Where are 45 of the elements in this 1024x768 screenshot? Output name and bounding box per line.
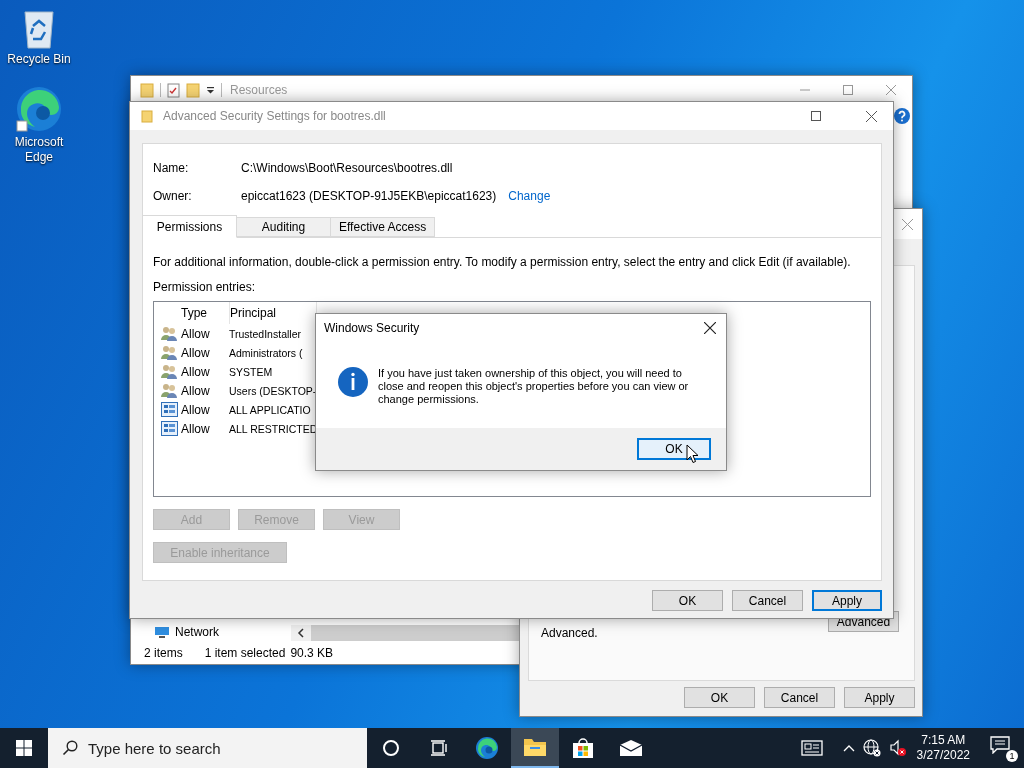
table-cell: Users (DESKTOP- — [229, 384, 315, 397]
desktop-icon-label[interactable]: Microsoft Edge — [4, 135, 74, 165]
dialog-button[interactable]: OK — [652, 590, 723, 611]
clock-date[interactable]: 3/27/2022 — [916, 748, 970, 763]
dialog-button[interactable]: Cancel — [764, 687, 835, 708]
table-cell-text: ALL APPLICATIO — [229, 403, 312, 416]
message-text: If you have just taken ownership of this object, you will need to close and reopen this object's properties before you can view or change permissions. — [378, 367, 690, 406]
section-label: Permission entries: — [153, 280, 257, 294]
desktop-icon-label[interactable]: Recycle Bin — [4, 52, 74, 67]
clock-time[interactable]: 7:15 AM — [921, 733, 966, 748]
table-cell-text: Allow — [181, 345, 211, 360]
file-path: C:\Windows\Boot\Resources\bootres.dll — [241, 161, 454, 175]
nav-item[interactable]: Network — [175, 625, 219, 639]
table-cell-text: Allow — [181, 383, 211, 398]
change-link[interactable]: Change — [508, 189, 551, 203]
dialog-title: Windows Security — [324, 321, 420, 335]
tab[interactable]: Permissions — [143, 215, 237, 238]
ok-button[interactable]: OK — [637, 438, 711, 460]
table-cell-text: Allow — [181, 364, 211, 379]
status-text: 1 item selected — [204, 646, 286, 660]
table-cell-text: Administrators ( — [229, 346, 304, 359]
table-cell-text: Allow — [181, 402, 211, 417]
notification-badge: 1 — [1006, 750, 1018, 762]
table-cell-text: TrustedInstaller — [229, 327, 302, 340]
status-text: 2 items — [144, 646, 183, 660]
table-cell-text: Allow — [181, 421, 211, 436]
tab[interactable]: Effective Access — [331, 217, 436, 237]
table-cell: ALL RESTRICTED — [229, 422, 315, 435]
table-cell-text: Allow — [181, 326, 211, 341]
tab[interactable]: Auditing — [237, 217, 331, 237]
info-text: For additional information, double-click a permission entry. To modify a permission entry, select the entry and click Edit (if available). — [153, 255, 852, 269]
field-label: Name: — [153, 161, 190, 175]
status-text: 90.3 KB — [290, 646, 334, 660]
owner-name: epiccat1623 (DESKTOP-91J5EKB\epiccat1623) — [241, 189, 497, 203]
dialog-button[interactable]: Cancel — [732, 590, 803, 611]
window-title: Resources — [230, 83, 288, 97]
dialog-button[interactable]: Apply — [812, 590, 882, 611]
window-title: Advanced Security Settings for bootres.dll — [163, 109, 386, 123]
dialog-button[interactable]: Apply — [844, 687, 915, 708]
hint-text: Advanced. — [541, 625, 598, 640]
column-header[interactable]: Type — [181, 302, 230, 324]
table-cell-text: SYSTEM — [229, 365, 274, 378]
dialog-button[interactable]: OK — [684, 687, 755, 708]
search-field[interactable]: Type here to search — [48, 728, 367, 768]
field-label: Owner: — [153, 189, 193, 203]
